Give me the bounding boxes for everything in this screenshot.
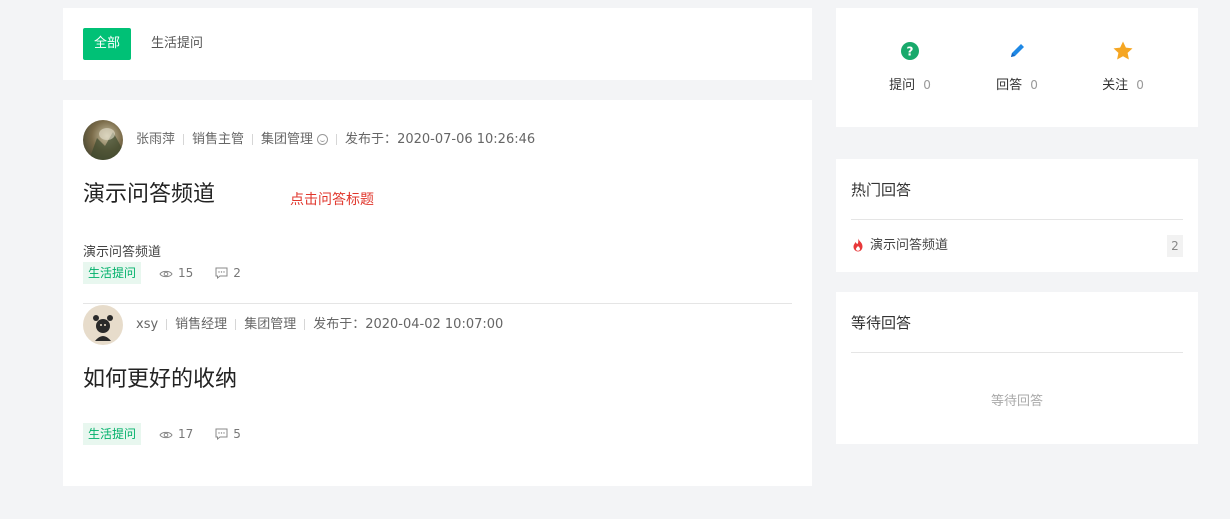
- category-tag[interactable]: 生活提问: [83, 423, 142, 445]
- divider: [252, 134, 254, 145]
- question-description: 演示问答频道: [83, 245, 162, 260]
- view-count: 15: [159, 262, 193, 284]
- question-title[interactable]: 演示问答频道: [83, 176, 215, 208]
- stat-ask-count: 0: [923, 78, 931, 92]
- avatar[interactable]: [83, 120, 123, 160]
- author-name[interactable]: 张雨萍: [136, 132, 175, 147]
- eye-icon: [159, 270, 173, 278]
- question-footer: 生活提问 15 2: [83, 262, 263, 284]
- published-prefix: 发布于：: [313, 317, 366, 332]
- published-time: 2020-07-06 10:26:46: [397, 132, 536, 147]
- avatar[interactable]: [83, 305, 123, 345]
- stat-follow[interactable]: 关注 0: [1083, 40, 1163, 93]
- hot-answers-box: 热门回答 演示问答频道 2: [836, 159, 1198, 272]
- author-group: 集团管理: [244, 317, 297, 332]
- view-count: 17: [159, 423, 193, 445]
- comment-count: 2: [215, 262, 241, 284]
- question-item: 张雨萍 销售主管 集团管理 发布于：2020-07-06 10:26:46 演示问答频…: [83, 120, 792, 304]
- question-item: xsy 销售经理 集团管理 发布于：2020-04-02 10:07:00 如何更好的…: [83, 305, 792, 466]
- filter-life-questions[interactable]: 生活提问: [151, 28, 203, 60]
- svg-text:?: ?: [907, 45, 914, 59]
- filter-all-button[interactable]: 全部: [83, 28, 131, 60]
- waiting-answers-box: 等待回答 等待回答: [836, 292, 1198, 444]
- stat-ask[interactable]: ? 提问 0: [870, 40, 950, 93]
- question-title[interactable]: 如何更好的收纳: [83, 361, 237, 393]
- star-icon: [1113, 41, 1133, 60]
- eye-icon: [159, 431, 173, 439]
- user-stats-box: ? 提问 0 回答 0 关注 0: [836, 8, 1198, 127]
- divider: [235, 319, 237, 330]
- comment-count: 5: [215, 423, 241, 445]
- published-prefix: 发布于：: [345, 132, 398, 147]
- hot-answer-count: 2: [1167, 235, 1183, 257]
- question-meta: xsy 销售经理 集团管理 发布于：2020-04-02 10:07:00: [136, 305, 503, 345]
- divider: [851, 352, 1183, 353]
- view-count-value: 17: [178, 427, 194, 441]
- comment-icon: [215, 428, 228, 441]
- hot-answers-title: 热门回答: [851, 181, 912, 199]
- hot-answer-label: 演示问答频道: [870, 238, 949, 253]
- stat-answer-label: 回答: [996, 78, 1023, 93]
- annotation-text: 点击问答标题: [290, 192, 374, 208]
- category-filter-bar: 全部 生活提问: [63, 8, 812, 80]
- pencil-icon: [1011, 44, 1024, 57]
- question-meta: 张雨萍 销售主管 集团管理 发布于：2020-07-06 10:26:46: [136, 120, 535, 160]
- comment-count-value: 5: [233, 427, 241, 441]
- comment-icon: [215, 267, 228, 280]
- divider: [851, 219, 1183, 220]
- stat-follow-count: 0: [1136, 78, 1144, 92]
- comment-count-value: 2: [233, 266, 241, 280]
- waiting-answers-title: 等待回答: [851, 314, 912, 332]
- stat-answer[interactable]: 回答 0: [977, 40, 1057, 93]
- published-time: 2020-04-02 10:07:00: [365, 317, 504, 332]
- view-count-value: 15: [178, 266, 194, 280]
- divider: [304, 319, 306, 330]
- smile-icon: [317, 134, 329, 145]
- stat-follow-label: 关注: [1102, 78, 1129, 93]
- author-name[interactable]: xsy: [136, 317, 158, 332]
- stat-answer-count: 0: [1030, 78, 1038, 92]
- waiting-empty-text: 等待回答: [990, 394, 1043, 409]
- category-tag[interactable]: 生活提问: [83, 262, 142, 284]
- divider: [183, 134, 185, 145]
- author-group: 集团管理: [261, 132, 314, 147]
- hot-answer-item[interactable]: 演示问答频道 2: [852, 235, 1183, 257]
- question-circle-icon: ?: [901, 42, 919, 60]
- fire-icon: [853, 238, 863, 252]
- author-role: 销售经理: [175, 317, 228, 332]
- question-list: 张雨萍 销售主管 集团管理 发布于：2020-07-06 10:26:46 演示问答频…: [63, 100, 812, 486]
- stat-ask-label: 提问: [889, 78, 916, 93]
- divider: [336, 134, 338, 145]
- author-role: 销售主管: [192, 132, 245, 147]
- question-footer: 生活提问 17 5: [83, 423, 263, 445]
- divider: [166, 319, 168, 330]
